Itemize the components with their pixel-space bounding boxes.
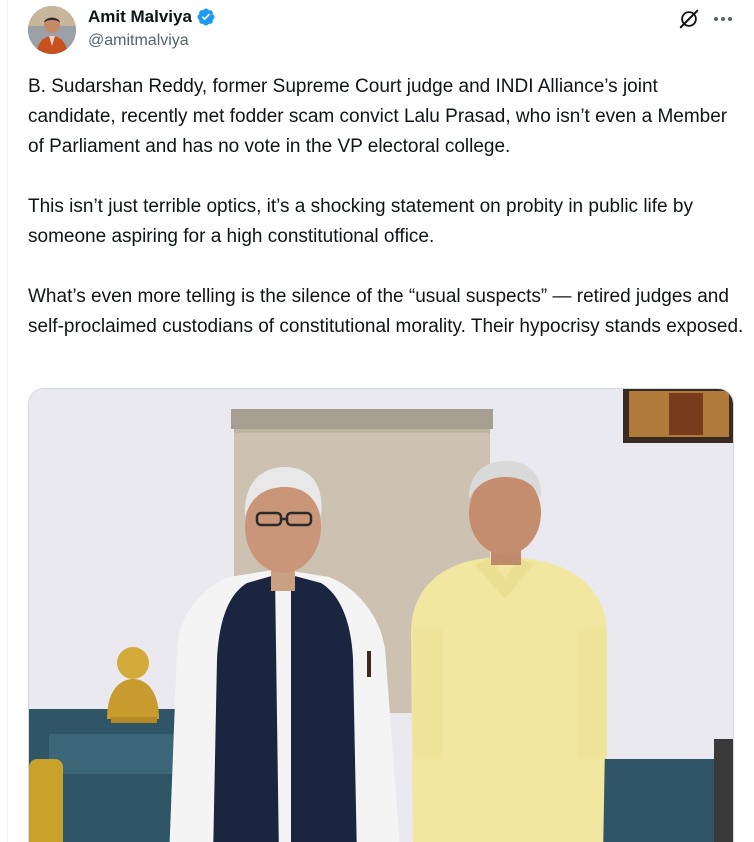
author-display-name[interactable]: Amit Malviya (88, 7, 192, 27)
tweet-header: Amit Malviya @amitmalviya (8, 0, 754, 64)
verified-badge-icon (196, 7, 216, 27)
avatar-photo-icon (28, 6, 76, 54)
tweet-paragraph: B. Sudarshan Reddy, former Supreme Court… (28, 76, 728, 157)
grok-icon (679, 9, 699, 29)
author-name-row: Amit Malviya (88, 7, 216, 27)
tweet-text: B. Sudarshan Reddy, former Supreme Court… (28, 72, 744, 372)
author-avatar[interactable] (28, 6, 76, 54)
author-handle[interactable]: @amitmalviya (88, 32, 189, 50)
more-options-button[interactable] (708, 6, 738, 32)
tweet-paragraph: This isn’t just terrible optics, it’s a … (28, 196, 693, 247)
grok-button[interactable] (676, 6, 702, 32)
tweet-paragraph: What’s even more telling is the silence … (28, 286, 744, 337)
tweet-media-photo[interactable] (28, 388, 734, 842)
photo-two-men-standing-icon (29, 389, 733, 842)
tweet: Amit Malviya @amitmalviya B. Sudarshan R… (8, 0, 754, 842)
more-options-icon (714, 17, 732, 21)
